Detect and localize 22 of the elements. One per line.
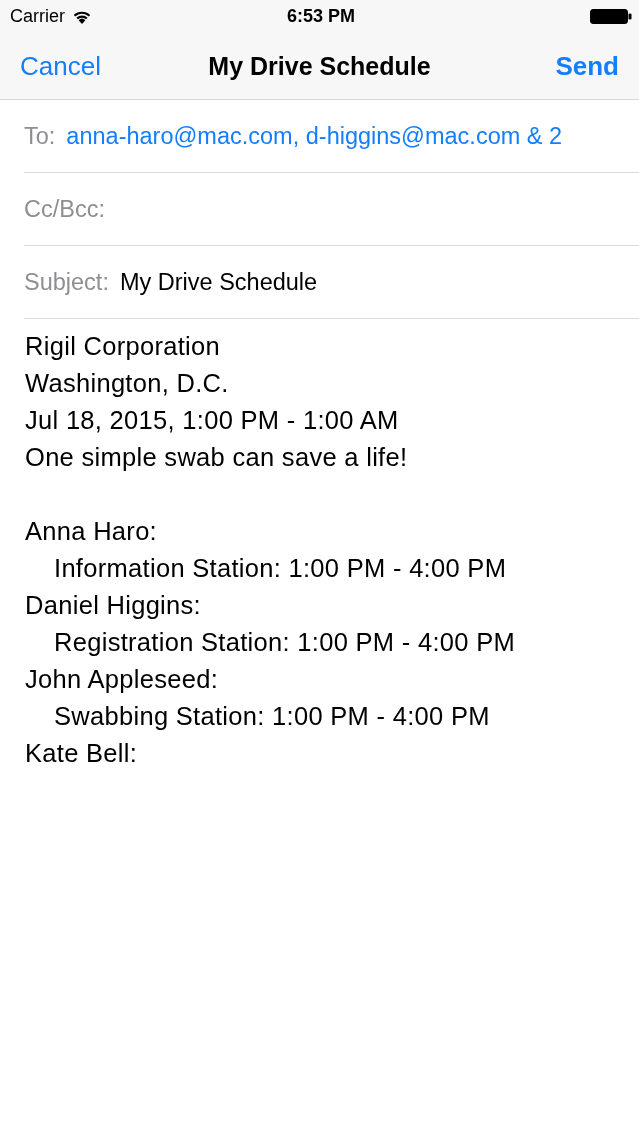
station-shift: Information Station: 1:00 PM - 4:00 PM	[54, 553, 507, 584]
battery-icon	[590, 8, 632, 24]
message-line: Washington, D.C.	[25, 368, 229, 399]
nav-title: My Drive Schedule	[208, 50, 431, 81]
cancel-button[interactable]: Cancel	[20, 50, 101, 81]
volunteer-name: Kate Bell:	[25, 738, 138, 769]
field-label: Subject:	[24, 268, 109, 296]
volunteer-name: Daniel Higgins:	[25, 590, 201, 621]
volunteer-name: Anna Haro:	[25, 516, 157, 547]
station-shift: Registration Station: 1:00 PM - 4:00 PM	[54, 627, 515, 658]
recipient-list[interactable]: anna-haro@mac.com, d-higgins@mac.com & 2	[66, 122, 563, 150]
message-line: One simple swab can save a life!	[25, 442, 408, 473]
send-button[interactable]: Send	[555, 50, 619, 81]
field-label: To:	[24, 122, 56, 150]
message-line: Jul 18, 2015, 1:00 PM - 1:00 AM	[25, 405, 399, 436]
message-line: Rigil Corporation	[25, 331, 221, 362]
station-shift: Swabbing Station: 1:00 PM - 4:00 PM	[54, 701, 490, 732]
status-time: 6:53 PM	[287, 6, 355, 26]
field-label: Cc/Bcc:	[24, 195, 105, 223]
subject-field[interactable]: My Drive Schedule	[119, 268, 318, 296]
carrier-name: Carrier	[10, 6, 65, 26]
volunteer-name: John Appleseed:	[25, 664, 219, 695]
